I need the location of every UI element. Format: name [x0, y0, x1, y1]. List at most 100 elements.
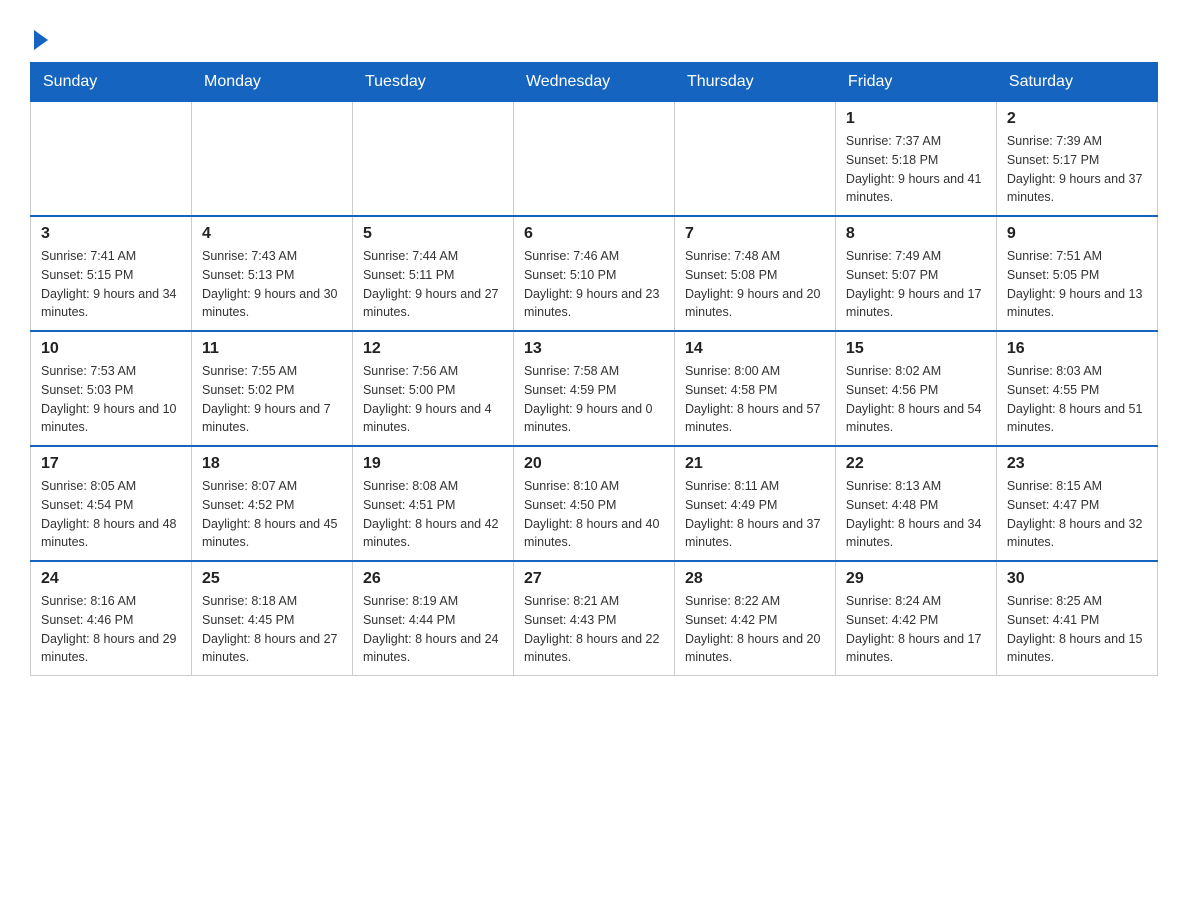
- calendar-cell: [31, 102, 192, 217]
- calendar-cell: 25 Sunrise: 8:18 AM Sunset: 4:45 PM Dayli…: [191, 561, 352, 676]
- day-info: Sunrise: 8:11 AM Sunset: 4:49 PM Dayligh…: [685, 477, 825, 552]
- calendar-week-row: 24 Sunrise: 8:16 AM Sunset: 4:46 PM Dayli…: [31, 561, 1158, 676]
- calendar-cell: 13 Sunrise: 7:58 AM Sunset: 4:59 PM Dayli…: [513, 331, 674, 446]
- day-number: 28: [685, 570, 825, 588]
- calendar-cell: 27Sunrise: 8:21 AM Sunset: 4:43 PM Dayli…: [513, 561, 674, 676]
- day-info: Sunrise: 8:07 AM Sunset: 4:52 PM Dayligh…: [202, 477, 342, 552]
- day-info: Sunrise: 8:15 AM Sunset: 4:47 PM Dayligh…: [1007, 477, 1147, 552]
- day-info: Sunrise: 8:19 AM Sunset: 4:44 PM Dayligh…: [363, 592, 503, 667]
- day-info: Sunrise: 7:58 AM Sunset: 4:59 PM Dayligh…: [524, 362, 664, 437]
- day-number: 11: [202, 340, 342, 358]
- day-number: 19: [363, 455, 503, 473]
- day-info: Sunrise: 8:05 AM Sunset: 4:54 PM Dayligh…: [41, 477, 181, 552]
- day-number: 24: [41, 570, 181, 588]
- calendar-cell: 20Sunrise: 8:10 AM Sunset: 4:50 PM Dayli…: [513, 446, 674, 561]
- day-info: Sunrise: 8:02 AM Sunset: 4:56 PM Dayligh…: [846, 362, 986, 437]
- calendar-cell: 15 Sunrise: 8:02 AM Sunset: 4:56 PM Dayli…: [835, 331, 996, 446]
- calendar-cell: 26 Sunrise: 8:19 AM Sunset: 4:44 PM Dayli…: [352, 561, 513, 676]
- day-number: 29: [846, 570, 986, 588]
- day-number: 15: [846, 340, 986, 358]
- calendar-cell: 30Sunrise: 8:25 AM Sunset: 4:41 PM Dayli…: [996, 561, 1157, 676]
- day-number: 25: [202, 570, 342, 588]
- calendar-cell: 8Sunrise: 7:49 AM Sunset: 5:07 PM Daylig…: [835, 216, 996, 331]
- day-info: Sunrise: 7:44 AM Sunset: 5:11 PM Dayligh…: [363, 247, 503, 322]
- calendar-cell: [352, 102, 513, 217]
- calendar-cell: 16 Sunrise: 8:03 AM Sunset: 4:55 PM Dayli…: [996, 331, 1157, 446]
- weekday-header-row: SundayMondayTuesdayWednesdayThursdayFrid…: [31, 63, 1158, 102]
- calendar-cell: 19 Sunrise: 8:08 AM Sunset: 4:51 PM Dayli…: [352, 446, 513, 561]
- calendar-cell: 4 Sunrise: 7:43 AM Sunset: 5:13 PM Daylig…: [191, 216, 352, 331]
- calendar-cell: 21 Sunrise: 8:11 AM Sunset: 4:49 PM Dayli…: [674, 446, 835, 561]
- calendar-cell: 29 Sunrise: 8:24 AM Sunset: 4:42 PM Dayli…: [835, 561, 996, 676]
- calendar-cell: 10 Sunrise: 7:53 AM Sunset: 5:03 PM Dayli…: [31, 331, 192, 446]
- day-number: 3: [41, 225, 181, 243]
- header: [30, 20, 1158, 52]
- calendar-cell: 3 Sunrise: 7:41 AM Sunset: 5:15 PM Daylig…: [31, 216, 192, 331]
- day-info: Sunrise: 7:37 AM Sunset: 5:18 PM Dayligh…: [846, 132, 986, 207]
- calendar-cell: 1Sunrise: 7:37 AM Sunset: 5:18 PM Daylig…: [835, 102, 996, 217]
- day-number: 10: [41, 340, 181, 358]
- weekday-header-saturday: Saturday: [996, 63, 1157, 102]
- day-number: 17: [41, 455, 181, 473]
- day-number: 9: [1007, 225, 1147, 243]
- day-number: 18: [202, 455, 342, 473]
- calendar-week-row: 10 Sunrise: 7:53 AM Sunset: 5:03 PM Dayli…: [31, 331, 1158, 446]
- day-number: 2: [1007, 110, 1147, 128]
- calendar-cell: 28 Sunrise: 8:22 AM Sunset: 4:42 PM Dayli…: [674, 561, 835, 676]
- calendar-cell: 9 Sunrise: 7:51 AM Sunset: 5:05 PM Daylig…: [996, 216, 1157, 331]
- calendar-cell: 12 Sunrise: 7:56 AM Sunset: 5:00 PM Dayli…: [352, 331, 513, 446]
- day-info: Sunrise: 8:22 AM Sunset: 4:42 PM Dayligh…: [685, 592, 825, 667]
- calendar-week-row: 3 Sunrise: 7:41 AM Sunset: 5:15 PM Daylig…: [31, 216, 1158, 331]
- day-info: Sunrise: 8:16 AM Sunset: 4:46 PM Dayligh…: [41, 592, 181, 667]
- calendar-table: SundayMondayTuesdayWednesdayThursdayFrid…: [30, 62, 1158, 676]
- day-number: 13: [524, 340, 664, 358]
- day-info: Sunrise: 8:24 AM Sunset: 4:42 PM Dayligh…: [846, 592, 986, 667]
- day-number: 30: [1007, 570, 1147, 588]
- calendar-week-row: 1Sunrise: 7:37 AM Sunset: 5:18 PM Daylig…: [31, 102, 1158, 217]
- calendar-cell: 7 Sunrise: 7:48 AM Sunset: 5:08 PM Daylig…: [674, 216, 835, 331]
- day-number: 4: [202, 225, 342, 243]
- day-info: Sunrise: 7:56 AM Sunset: 5:00 PM Dayligh…: [363, 362, 503, 437]
- day-number: 22: [846, 455, 986, 473]
- day-info: Sunrise: 8:21 AM Sunset: 4:43 PM Dayligh…: [524, 592, 664, 667]
- weekday-header-sunday: Sunday: [31, 63, 192, 102]
- calendar-cell: 5 Sunrise: 7:44 AM Sunset: 5:11 PM Daylig…: [352, 216, 513, 331]
- day-number: 5: [363, 225, 503, 243]
- logo: [30, 20, 48, 52]
- day-info: Sunrise: 8:00 AM Sunset: 4:58 PM Dayligh…: [685, 362, 825, 437]
- day-number: 21: [685, 455, 825, 473]
- day-info: Sunrise: 7:51 AM Sunset: 5:05 PM Dayligh…: [1007, 247, 1147, 322]
- calendar-cell: 11Sunrise: 7:55 AM Sunset: 5:02 PM Dayli…: [191, 331, 352, 446]
- day-number: 6: [524, 225, 664, 243]
- calendar-cell: 24 Sunrise: 8:16 AM Sunset: 4:46 PM Dayli…: [31, 561, 192, 676]
- day-info: Sunrise: 7:46 AM Sunset: 5:10 PM Dayligh…: [524, 247, 664, 322]
- calendar-cell: [674, 102, 835, 217]
- weekday-header-tuesday: Tuesday: [352, 63, 513, 102]
- calendar-cell: 2 Sunrise: 7:39 AM Sunset: 5:17 PM Daylig…: [996, 102, 1157, 217]
- calendar-cell: 23Sunrise: 8:15 AM Sunset: 4:47 PM Dayli…: [996, 446, 1157, 561]
- day-info: Sunrise: 7:39 AM Sunset: 5:17 PM Dayligh…: [1007, 132, 1147, 207]
- day-number: 7: [685, 225, 825, 243]
- logo-triangle-icon: [34, 30, 48, 50]
- weekday-header-monday: Monday: [191, 63, 352, 102]
- day-number: 8: [846, 225, 986, 243]
- calendar-cell: [513, 102, 674, 217]
- day-info: Sunrise: 7:41 AM Sunset: 5:15 PM Dayligh…: [41, 247, 181, 322]
- day-info: Sunrise: 7:53 AM Sunset: 5:03 PM Dayligh…: [41, 362, 181, 437]
- weekday-header-friday: Friday: [835, 63, 996, 102]
- day-number: 12: [363, 340, 503, 358]
- calendar-week-row: 17 Sunrise: 8:05 AM Sunset: 4:54 PM Dayli…: [31, 446, 1158, 561]
- day-info: Sunrise: 7:43 AM Sunset: 5:13 PM Dayligh…: [202, 247, 342, 322]
- day-number: 16: [1007, 340, 1147, 358]
- calendar-cell: 14 Sunrise: 8:00 AM Sunset: 4:58 PM Dayli…: [674, 331, 835, 446]
- day-info: Sunrise: 8:03 AM Sunset: 4:55 PM Dayligh…: [1007, 362, 1147, 437]
- day-number: 14: [685, 340, 825, 358]
- weekday-header-wednesday: Wednesday: [513, 63, 674, 102]
- day-number: 26: [363, 570, 503, 588]
- day-info: Sunrise: 7:48 AM Sunset: 5:08 PM Dayligh…: [685, 247, 825, 322]
- weekday-header-thursday: Thursday: [674, 63, 835, 102]
- day-info: Sunrise: 8:08 AM Sunset: 4:51 PM Dayligh…: [363, 477, 503, 552]
- day-info: Sunrise: 8:18 AM Sunset: 4:45 PM Dayligh…: [202, 592, 342, 667]
- calendar-cell: 22Sunrise: 8:13 AM Sunset: 4:48 PM Dayli…: [835, 446, 996, 561]
- day-number: 20: [524, 455, 664, 473]
